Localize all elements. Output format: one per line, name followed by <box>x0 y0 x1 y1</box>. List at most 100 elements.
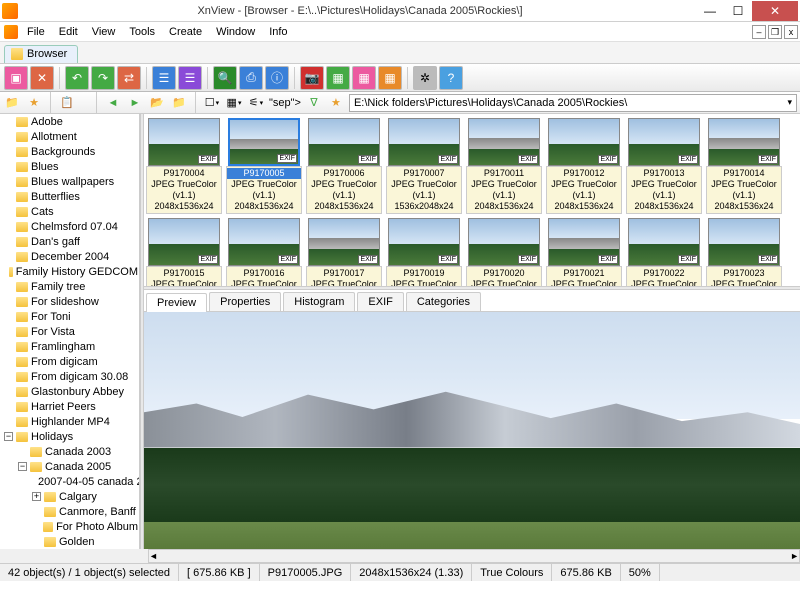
help-button[interactable]: ? <box>439 66 463 90</box>
menu-window[interactable]: Window <box>209 24 262 40</box>
thumbnail[interactable]: EXIFP9170007JPEG TrueColor (v1.1)1536x20… <box>386 118 462 214</box>
tree-node[interactable]: 2007-04-05 canada 20 <box>0 474 140 489</box>
thumbnail[interactable]: EXIFP9170015JPEG TrueColor (v1.1)2048x15… <box>146 218 222 286</box>
mdi-restore-button[interactable]: ❐ <box>768 25 782 39</box>
menu-info[interactable]: Info <box>262 24 294 40</box>
expand-icon[interactable]: − <box>18 462 27 471</box>
view-details-button[interactable]: ☰ <box>178 66 202 90</box>
preview-pane[interactable] <box>144 312 800 549</box>
expand-icon[interactable]: + <box>32 492 41 501</box>
thumbnail[interactable]: EXIFP9170012JPEG TrueColor (v1.1)2048x15… <box>546 118 622 214</box>
tree-node[interactable]: Adobe <box>0 114 140 129</box>
thumbnail[interactable]: EXIFP9170019JPEG TrueColor (v1.1)2048x15… <box>386 218 462 286</box>
tree-node[interactable]: Family tree <box>0 279 140 294</box>
tree-node[interactable]: Canada 2003 <box>0 444 140 459</box>
tab-browser[interactable]: Browser <box>4 45 78 63</box>
tab-categories[interactable]: Categories <box>406 292 481 311</box>
batch-button[interactable]: ▦ <box>378 66 402 90</box>
thumbnail[interactable]: EXIFP9170014JPEG TrueColor (v1.1)2048x15… <box>706 118 782 214</box>
tree-node[interactable]: Golden <box>0 534 140 549</box>
flip-button[interactable]: ⇄ <box>117 66 141 90</box>
tree-node[interactable]: −Holidays <box>0 429 140 444</box>
thumbnail[interactable]: EXIFP9170021JPEG TrueColor (v1.1)2048x15… <box>546 218 622 286</box>
minimize-button[interactable]: — <box>696 1 724 21</box>
tab-exif[interactable]: EXIF <box>357 292 403 311</box>
menu-edit[interactable]: Edit <box>52 24 85 40</box>
tree-node[interactable]: +Calgary <box>0 489 140 504</box>
maximize-button[interactable]: ☐ <box>724 1 752 21</box>
tree-node[interactable]: −Canada 2005 <box>0 459 140 474</box>
tree-node[interactable]: For slideshow <box>0 294 140 309</box>
tree-node[interactable]: Cats <box>0 204 140 219</box>
view-list-button[interactable]: ☰ <box>152 66 176 90</box>
tree-node[interactable]: Chelmsford 07.04 <box>0 219 140 234</box>
thumbnail[interactable]: EXIFP9170013JPEG TrueColor (v1.1)2048x15… <box>626 118 702 214</box>
slideshow-button[interactable]: ▦ <box>326 66 350 90</box>
favorite-icon[interactable]: ★ <box>25 94 43 112</box>
tree-node[interactable]: Allotment <box>0 129 140 144</box>
menu-tools[interactable]: Tools <box>122 24 162 40</box>
filter-button[interactable]: ∇ <box>305 94 323 112</box>
view-mode-dropdown[interactable]: ☐ <box>203 94 221 112</box>
star-button[interactable]: ★ <box>327 94 345 112</box>
tree-node[interactable]: Highlander MP4 <box>0 414 140 429</box>
tree-node[interactable]: For Vista <box>0 324 140 339</box>
mdi-minimize-button[interactable]: – <box>752 25 766 39</box>
thumbnail[interactable]: EXIFP9170005JPEG TrueColor (v1.1)2048x15… <box>226 118 302 214</box>
copy-icon[interactable]: 📋 <box>58 94 76 112</box>
tree-node[interactable]: For Photo Album <box>0 519 140 534</box>
tab-properties[interactable]: Properties <box>209 292 281 311</box>
thumbnail[interactable]: EXIFP9170020JPEG TrueColor (v1.1)2048x15… <box>466 218 542 286</box>
tree-node[interactable]: Blues wallpapers <box>0 174 140 189</box>
folder-tree[interactable]: AdobeAllotmentBackgroundsBluesBlues wall… <box>0 114 140 549</box>
hscroll-left[interactable]: ◄ <box>149 551 158 561</box>
back-button[interactable]: ◄ <box>104 94 122 112</box>
tree-node[interactable]: Family History GEDCOM <box>0 264 140 279</box>
path-input[interactable]: E:\Nick folders\Pictures\Holidays\Canada… <box>349 94 797 112</box>
thumbnail[interactable]: EXIFP9170011JPEG TrueColor (v1.1)2048x15… <box>466 118 542 214</box>
tab-histogram[interactable]: Histogram <box>283 292 355 311</box>
tree-node[interactable]: December 2004 <box>0 249 140 264</box>
tree-node[interactable]: Canmore, Banff <box>0 504 140 519</box>
mdi-close-button[interactable]: x <box>784 25 798 39</box>
tree-node[interactable]: Dan's gaff <box>0 234 140 249</box>
tree-node[interactable]: For Toni <box>0 309 140 324</box>
fit-button[interactable]: ▣ <box>4 66 28 90</box>
menu-view[interactable]: View <box>85 24 123 40</box>
settings-button[interactable]: ✲ <box>413 66 437 90</box>
hscroll-right[interactable]: ► <box>790 551 799 561</box>
print-button[interactable]: ⎙ <box>239 66 263 90</box>
close-tool-button[interactable]: ✕ <box>30 66 54 90</box>
tab-preview[interactable]: Preview <box>146 293 207 312</box>
thumbnail[interactable]: EXIFP9170004JPEG TrueColor (v1.1)2048x15… <box>146 118 222 214</box>
tree-node[interactable]: Harriet Peers <box>0 399 140 414</box>
thumbnail[interactable]: EXIFP9170022JPEG TrueColor (v1.1)2048x15… <box>626 218 702 286</box>
search-button[interactable]: 🔍 <box>213 66 237 90</box>
thumb-mode-dropdown[interactable]: ▦ <box>225 94 243 112</box>
sort-dropdown[interactable]: ⚟ <box>247 94 265 112</box>
menu-create[interactable]: Create <box>162 24 209 40</box>
thumbnail-grid[interactable]: EXIFP9170004JPEG TrueColor (v1.1)2048x15… <box>144 114 800 286</box>
tree-node[interactable]: From digicam <box>0 354 140 369</box>
rotate-left-button[interactable]: ↶ <box>65 66 89 90</box>
refresh-button[interactable]: 📁 <box>170 94 188 112</box>
menu-file[interactable]: File <box>20 24 52 40</box>
tree-node[interactable]: Blues <box>0 159 140 174</box>
rotate-right-button[interactable]: ↷ <box>91 66 115 90</box>
tree-node[interactable]: Backgrounds <box>0 144 140 159</box>
expand-icon[interactable]: − <box>4 432 13 441</box>
tree-node[interactable]: Framlingham <box>0 339 140 354</box>
convert-button[interactable]: ▦ <box>352 66 376 90</box>
tree-node[interactable]: From digicam 30.08 <box>0 369 140 384</box>
thumbnail[interactable]: EXIFP9170023JPEG TrueColor (v1.1)1536x20… <box>706 218 782 286</box>
forward-button[interactable]: ► <box>126 94 144 112</box>
folder-new-icon[interactable]: 📁 <box>3 94 21 112</box>
tree-node[interactable]: Glastonbury Abbey <box>0 384 140 399</box>
capture-button[interactable]: 📷 <box>300 66 324 90</box>
close-button[interactable]: ✕ <box>752 1 798 21</box>
up-button[interactable]: 📂 <box>148 94 166 112</box>
tree-node[interactable]: Butterflies <box>0 189 140 204</box>
thumbnail[interactable]: EXIFP9170006JPEG TrueColor (v1.1)2048x15… <box>306 118 382 214</box>
info-button[interactable]: ⓘ <box>265 66 289 90</box>
thumbnail[interactable]: EXIFP9170016JPEG TrueColor (v1.1)2048x15… <box>226 218 302 286</box>
